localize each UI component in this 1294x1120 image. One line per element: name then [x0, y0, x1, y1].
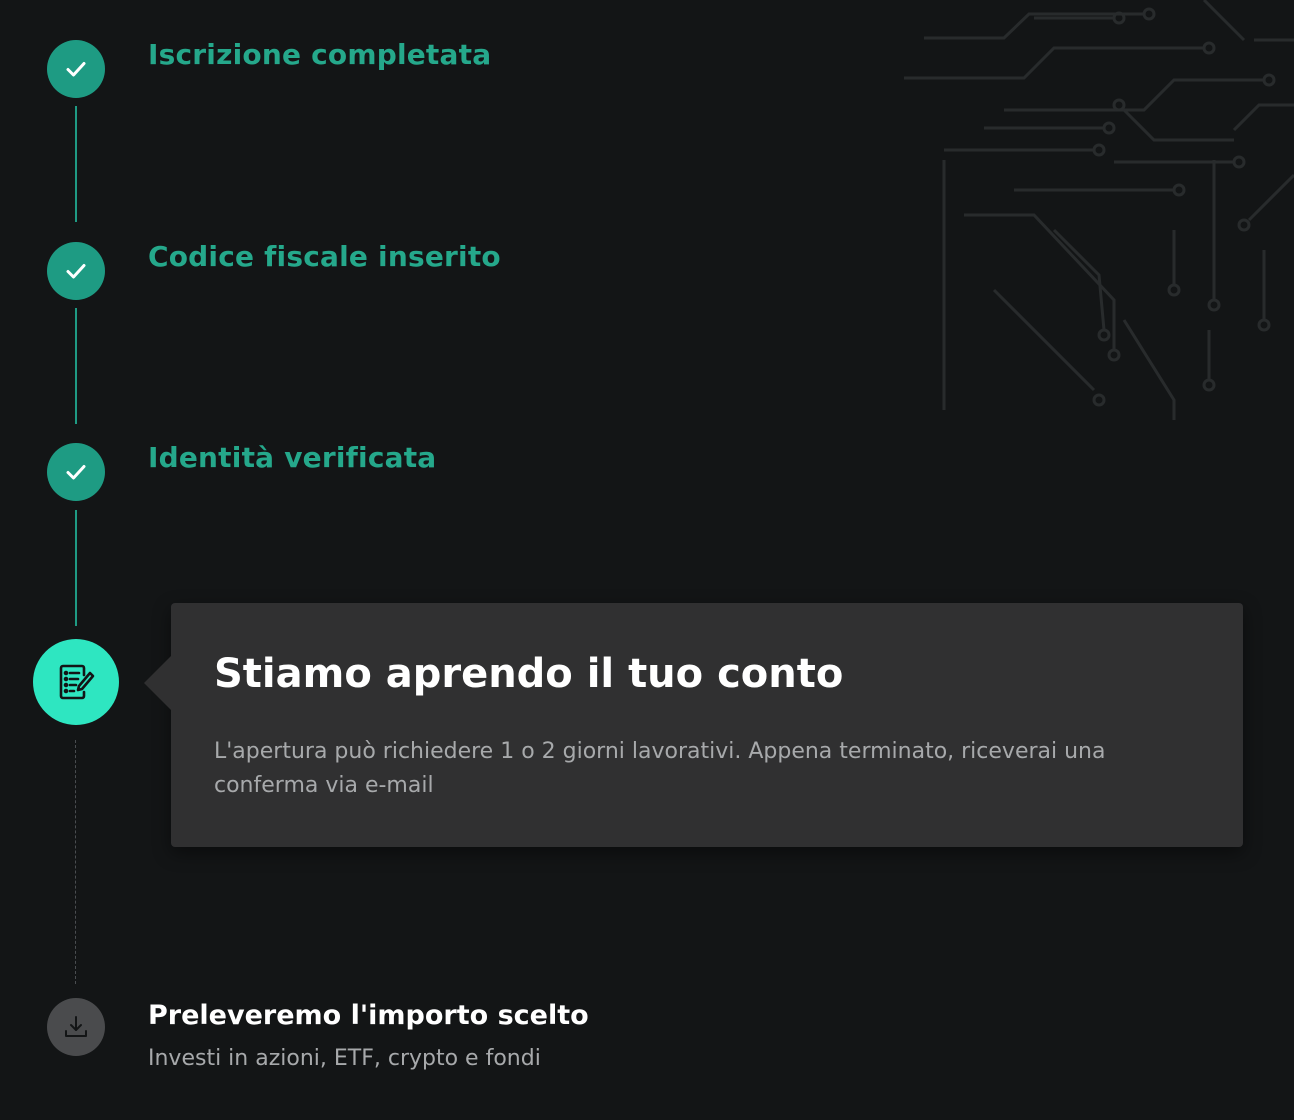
check-icon — [66, 62, 86, 77]
step-completed-badge — [47, 40, 105, 98]
timeline-connector — [75, 308, 77, 424]
current-step-description: L'apertura può richiedere 1 o 2 giorni l… — [214, 739, 1106, 798]
step-completed-badge — [47, 443, 105, 501]
current-step-title: Stiamo aprendo il tuo conto — [214, 651, 844, 697]
circuit-background-decoration — [904, 0, 1294, 420]
download-icon — [65, 1016, 87, 1037]
card-pointer — [144, 655, 172, 711]
onboarding-progress-page: Iscrizione completata Codice fiscale ins… — [0, 0, 1294, 1120]
timeline-connector — [75, 106, 77, 222]
timeline-connector-pending — [75, 740, 76, 984]
document-edit-icon — [59, 664, 95, 700]
step-completed-badge — [47, 242, 105, 300]
timeline-connector — [75, 510, 77, 626]
next-step-title: Preleveremo l'importo scelto — [148, 1000, 589, 1031]
check-icon — [66, 264, 86, 279]
step-title: Identità verificata — [148, 441, 437, 474]
step-title: Codice fiscale inserito — [148, 240, 501, 273]
step-title: Iscrizione completata — [148, 38, 492, 71]
check-icon — [66, 465, 86, 480]
current-step-card: Stiamo aprendo il tuo conto L'apertura p… — [144, 603, 1243, 847]
next-step-subtitle: Investi in azioni, ETF, crypto e fondi — [148, 1046, 541, 1071]
step-pending-badge — [47, 998, 105, 1056]
step-current-badge — [33, 639, 119, 725]
